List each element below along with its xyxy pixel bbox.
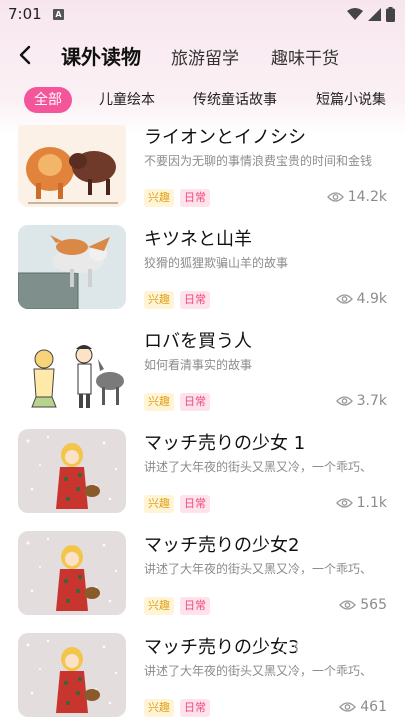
tag-daily: 日常 [180, 699, 210, 717]
status-icons [347, 7, 395, 22]
view-count-value: 1.1k [356, 495, 387, 511]
eye-icon [339, 702, 357, 712]
tab-fun-knowledge[interactable]: 趣味干货 [271, 44, 339, 69]
tag-interest: 兴趣 [144, 393, 174, 411]
top-nav: 课外读物 旅游留学 趣味干货 [0, 35, 405, 75]
item-description: 狡猾的狐狸欺骗山羊的故事 [144, 256, 289, 270]
view-count-value: 461 [360, 699, 387, 715]
eye-icon [326, 192, 344, 202]
item-description: 不要因为无聊的事情浪费宝贵的时间和金钱 [144, 154, 373, 168]
category-short-stories[interactable]: 短篇小说集 [316, 87, 386, 113]
list-item[interactable]: マッチ売りの少女2 讲述了大年夜的街头又黑又冷，一个乖巧、 兴趣 日常 565 [0, 531, 405, 633]
category-fairy-tales[interactable]: 传统童话故事 [193, 87, 277, 113]
eye-icon [339, 600, 357, 610]
thumbnail-match-girl [18, 633, 126, 717]
list-item[interactable]: キツネと山羊 狡猾的狐狸欺骗山羊的故事 兴趣 日常 4.9k [0, 225, 405, 327]
view-count: 14.2k [326, 189, 387, 205]
tab-extracurricular-reading[interactable]: 课外读物 [61, 41, 141, 70]
tag-interest: 兴趣 [144, 699, 174, 717]
eye-icon [335, 294, 353, 304]
thumbnail-donkey-buyer [18, 327, 126, 411]
back-arrow-icon[interactable] [12, 41, 40, 69]
notification-icon: A [53, 9, 64, 20]
tag-interest: 兴趣 [144, 189, 174, 207]
eye-icon [335, 498, 353, 508]
tag-daily: 日常 [180, 393, 210, 411]
tag-daily: 日常 [180, 597, 210, 615]
item-title: ライオンとイノシシ [144, 127, 306, 148]
view-count: 461 [339, 699, 387, 715]
signal-icon [368, 8, 381, 21]
wifi-icon [347, 8, 363, 20]
item-title: マッチ売りの少女2 [144, 535, 300, 556]
status-bar: 7:01 A [0, 0, 405, 30]
category-row: 全部 儿童绘本 传统童话故事 短篇小说集 [0, 87, 405, 115]
list-item[interactable]: マッチ売りの少女 1 讲述了大年夜的街头又黑又冷，一个乖巧、 兴趣 日常 1.1… [0, 429, 405, 531]
tag-daily: 日常 [180, 189, 210, 207]
view-count: 3.7k [335, 393, 387, 409]
item-title: ロバを買う人 [144, 331, 252, 352]
item-description: 讲述了大年夜的街头又黑又冷，一个乖巧、 [144, 664, 373, 678]
tag-interest: 兴趣 [144, 291, 174, 309]
thumbnail-match-girl [18, 429, 126, 513]
list-item[interactable]: ロバを買う人 如何看清事实的故事 兴趣 日常 3.7k [0, 327, 405, 429]
view-count: 565 [339, 597, 387, 613]
thumbnail-fox-goat [18, 225, 126, 309]
item-description: 讲述了大年夜的街头又黑又冷，一个乖巧、 [144, 562, 373, 576]
battery-icon [386, 7, 395, 22]
view-count-value: 4.9k [356, 291, 387, 307]
item-title: マッチ売りの少女 1 [144, 433, 306, 454]
thumbnail-match-girl [18, 531, 126, 615]
item-title: キツネと山羊 [144, 229, 252, 250]
list-item[interactable]: ライオンとイノシシ 不要因为无聊的事情浪费宝贵的时间和金钱 兴趣 日常 14.2… [0, 125, 405, 225]
watermark: OM助手 [276, 641, 328, 657]
category-picture-books[interactable]: 儿童绘本 [99, 87, 155, 113]
list-item[interactable]: マッチ売りの少女3 讲述了大年夜的街头又黑又冷，一个乖巧、 兴趣 日常 461 [0, 633, 405, 720]
eye-icon [335, 396, 353, 406]
tag-daily: 日常 [180, 291, 210, 309]
tab-travel-study-abroad[interactable]: 旅游留学 [171, 44, 239, 69]
tag-interest: 兴趣 [144, 597, 174, 615]
story-list: ライオンとイノシシ 不要因为无聊的事情浪费宝贵的时间和金钱 兴趣 日常 14.2… [0, 125, 405, 720]
status-time: 7:01 [8, 5, 42, 23]
view-count-value: 14.2k [347, 189, 387, 205]
thumbnail-lion-boar [18, 125, 126, 207]
tag-daily: 日常 [180, 495, 210, 513]
item-description: 讲述了大年夜的街头又黑又冷，一个乖巧、 [144, 460, 373, 474]
tag-interest: 兴趣 [144, 495, 174, 513]
view-count-value: 565 [360, 597, 387, 613]
view-count-value: 3.7k [356, 393, 387, 409]
item-description: 如何看清事实的故事 [144, 358, 253, 372]
category-all[interactable]: 全部 [24, 87, 72, 113]
view-count: 1.1k [335, 495, 387, 511]
view-count: 4.9k [335, 291, 387, 307]
